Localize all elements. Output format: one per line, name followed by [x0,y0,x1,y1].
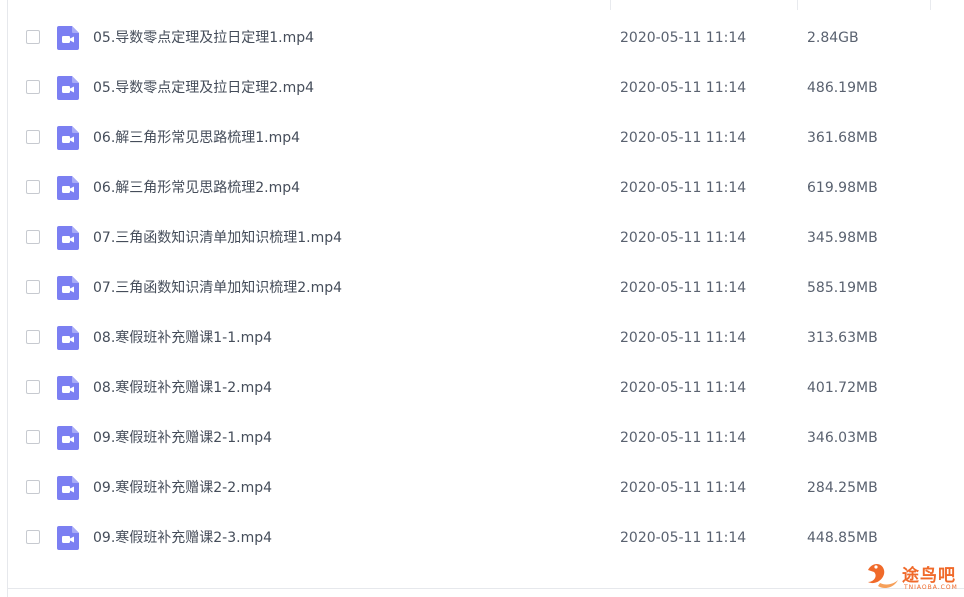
video-file-icon [57,326,79,350]
video-file-icon [57,26,79,50]
file-size: 345.98MB [807,230,878,246]
watermark-bird-icon [868,564,898,588]
file-row[interactable]: 08.寒假班补充赠课1-2.mp4 2020-05-11 11:14 401.72M… [0,363,964,413]
file-name[interactable]: 05.导数零点定理及拉日定理2.mp4 [93,78,314,98]
watermark-logo: 途鸟吧 TNIAOBA.COM [862,556,962,596]
file-row[interactable]: 06.解三角形常见思路梳理2.mp4 2020-05-11 11:14 619.98… [0,163,964,213]
file-modified-date: 2020-05-11 11:14 [620,30,747,46]
file-modified-date: 2020-05-11 11:14 [620,130,747,146]
row-checkbox[interactable] [26,80,40,94]
file-size: 619.98MB [807,180,878,196]
file-row[interactable]: 09.寒假班补充赠课2-3.mp4 2020-05-11 11:14 448.85M… [0,513,964,563]
file-row[interactable]: 08.寒假班补充赠课1-1.mp4 2020-05-11 11:14 313.63M… [0,313,964,363]
row-checkbox[interactable] [26,480,40,494]
file-size: 2.84GB [807,30,859,46]
row-checkbox[interactable] [26,230,40,244]
file-row[interactable]: 09.寒假班补充赠课2-2.mp4 2020-05-11 11:14 284.25M… [0,463,964,513]
file-modified-date: 2020-05-11 11:14 [620,80,747,96]
row-checkbox[interactable] [26,380,40,394]
video-file-icon [57,526,79,550]
file-row[interactable]: 06.解三角形常见思路梳理1.mp4 2020-05-11 11:14 361.68… [0,113,964,163]
file-row[interactable]: 05.导数零点定理及拉日定理1.mp4 2020-05-11 11:14 2.84G… [0,13,964,63]
file-row[interactable]: 07.三角函数知识清单加知识梳理2.mp4 2020-05-11 11:14 585… [0,263,964,313]
file-row[interactable]: 07.三角函数知识清单加知识梳理1.mp4 2020-05-11 11:14 345… [0,213,964,263]
file-name[interactable]: 06.解三角形常见思路梳理2.mp4 [93,178,300,198]
file-size: 346.03MB [807,430,878,446]
video-file-icon [57,76,79,100]
row-checkbox[interactable] [26,180,40,194]
watermark-subtext: TNIAOBA.COM [904,584,958,591]
file-size: 448.85MB [807,530,878,546]
video-file-icon [57,226,79,250]
file-name[interactable]: 07.三角函数知识清单加知识梳理1.mp4 [93,228,342,248]
file-name[interactable]: 06.解三角形常见思路梳理1.mp4 [93,128,300,148]
file-size: 284.25MB [807,480,878,496]
file-row[interactable]: 05.导数零点定理及拉日定理2.mp4 2020-05-11 11:14 486.1… [0,63,964,113]
file-name[interactable]: 08.寒假班补充赠课1-1.mp4 [93,328,272,348]
file-modified-date: 2020-05-11 11:14 [620,380,747,396]
file-modified-date: 2020-05-11 11:14 [620,430,747,446]
file-size: 313.63MB [807,330,878,346]
row-checkbox[interactable] [26,280,40,294]
file-name[interactable]: 05.导数零点定理及拉日定理1.mp4 [93,28,314,48]
row-checkbox[interactable] [26,30,40,44]
row-checkbox[interactable] [26,330,40,344]
file-row[interactable]: 09.寒假班补充赠课2-1.mp4 2020-05-11 11:14 346.03M… [0,413,964,463]
video-file-icon [57,176,79,200]
file-name[interactable]: 09.寒假班补充赠课2-2.mp4 [93,478,272,498]
video-file-icon [57,276,79,300]
video-file-icon [57,476,79,500]
video-file-icon [57,426,79,450]
file-row[interactable]: 05.导数不等式解决方案梳理.mp42020-05-11 11:14354.84… [0,0,964,13]
file-size: 401.72MB [807,380,878,396]
file-size: 361.68MB [807,130,878,146]
file-modified-date: 2020-05-11 11:14 [620,180,747,196]
file-size: 585.19MB [807,280,878,296]
row-checkbox[interactable] [26,430,40,444]
video-file-icon [57,376,79,400]
file-list-panel: 05.导数不等式解决方案梳理.mp42020-05-11 11:14354.84… [0,0,964,597]
file-name[interactable]: 09.寒假班补充赠课2-1.mp4 [93,428,272,448]
file-modified-date: 2020-05-11 11:14 [620,530,747,546]
row-checkbox[interactable] [26,130,40,144]
video-file-icon [57,126,79,150]
file-name[interactable]: 08.寒假班补充赠课1-2.mp4 [93,378,272,398]
file-name[interactable]: 09.寒假班补充赠课2-3.mp4 [93,528,272,548]
watermark-text: 途鸟吧 [902,566,956,586]
file-size: 486.19MB [807,80,878,96]
file-modified-date: 2020-05-11 11:14 [620,480,747,496]
file-modified-date: 2020-05-11 11:14 [620,280,747,296]
file-name[interactable]: 07.三角函数知识清单加知识梳理2.mp4 [93,278,342,298]
list-bottom-divider [8,588,964,589]
file-modified-date: 2020-05-11 11:14 [620,330,747,346]
file-modified-date: 2020-05-11 11:14 [620,230,747,246]
row-checkbox[interactable] [26,530,40,544]
file-list: 05.导数不等式解决方案梳理.mp42020-05-11 11:14354.84… [0,0,964,563]
